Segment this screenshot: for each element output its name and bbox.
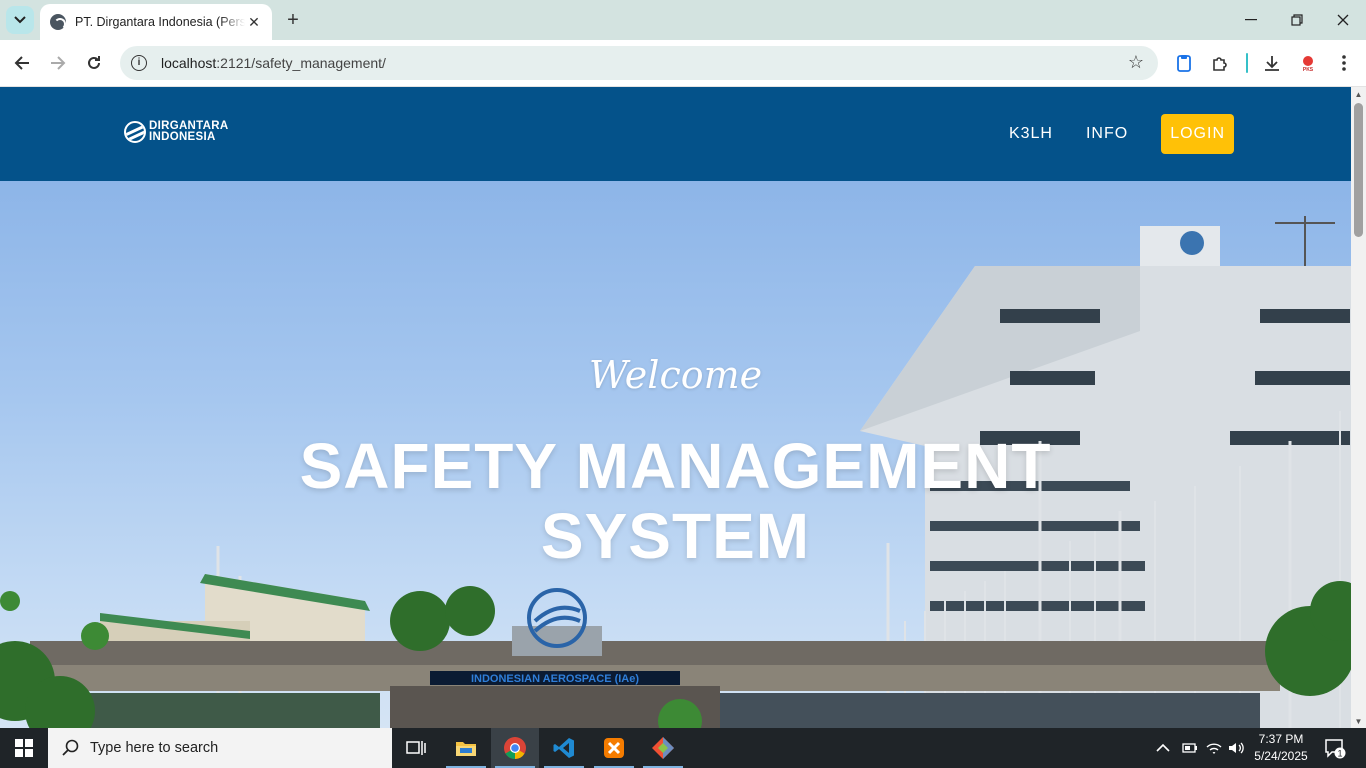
logo-text: DIRGANTARA INDONESIA <box>149 120 228 143</box>
extension-clipboard-icon[interactable] <box>1173 52 1195 74</box>
minimize-icon <box>1245 19 1257 21</box>
hero-section: INDONESIAN AEROSPACE (IAe) Welcome SAFET… <box>0 181 1351 728</box>
tray-show-hidden-icon[interactable] <box>1156 728 1170 768</box>
taskbar-xampp[interactable] <box>590 728 638 768</box>
clock-time: 7:37 PM <box>1258 732 1304 746</box>
tab-title: PT. Dirgantara Indonesia (Persero) <box>75 15 245 29</box>
restore-icon <box>1291 14 1303 26</box>
arrow-left-icon <box>14 56 29 70</box>
scrollbar-thumb[interactable] <box>1354 103 1363 237</box>
svg-text:PKS: PKS <box>1303 67 1314 72</box>
page-scrollbar[interactable]: ▲ ▼ <box>1351 87 1366 728</box>
start-button[interactable] <box>0 728 48 768</box>
reload-button[interactable] <box>81 50 107 76</box>
scroll-up-arrow-icon[interactable]: ▲ <box>1351 90 1366 99</box>
site-info-icon[interactable]: i <box>131 55 147 71</box>
nav-link-k3lh[interactable]: K3LH <box>1009 125 1053 143</box>
profile-avatar-icon[interactable]: PKS <box>1297 52 1319 74</box>
scroll-down-arrow-icon[interactable]: ▼ <box>1351 717 1366 726</box>
forward-button[interactable] <box>45 50 71 76</box>
search-icon <box>62 739 79 756</box>
url-host: localhost <box>161 55 217 71</box>
tab-search-button[interactable] <box>6 6 34 34</box>
battery-icon[interactable] <box>1180 728 1198 768</box>
logo-line-2: INDONESIA <box>149 131 216 143</box>
tab-close-icon[interactable]: ✕ <box>246 14 262 31</box>
hero-title-line-2: SYSTEM <box>540 500 811 572</box>
arrow-right-icon <box>51 56 66 70</box>
browser-menu-icon[interactable] <box>1333 52 1355 74</box>
site-header: DIRGANTARA INDONESIA K3LH INFO LOGIN <box>0 87 1351 181</box>
taskbar-file-explorer[interactable] <box>442 728 490 768</box>
site-favicon-icon <box>50 14 66 30</box>
hero-title: SAFETY MANAGEMENT SYSTEM <box>0 431 1351 571</box>
toolbar-separator <box>1246 53 1248 73</box>
notification-count: 1 <box>1337 749 1342 759</box>
minimize-button[interactable] <box>1228 0 1274 40</box>
url-path: :2121/safety_management/ <box>216 55 386 71</box>
hero-title-line-1: SAFETY MANAGEMENT <box>299 430 1052 502</box>
clock-date: 5/24/2025 <box>1254 749 1308 763</box>
company-logo[interactable]: DIRGANTARA INDONESIA <box>124 120 228 143</box>
taskbar-clock[interactable]: 7:37 PM 5/24/2025 <box>1247 731 1315 765</box>
notification-center-icon[interactable]: 1 <box>1324 728 1346 768</box>
git-diamond-icon <box>652 737 674 759</box>
close-icon <box>1337 14 1349 26</box>
chrome-icon <box>504 737 526 759</box>
xampp-icon <box>604 738 624 758</box>
page-viewport: DIRGANTARA INDONESIA K3LH INFO LOGIN IND… <box>0 87 1351 728</box>
browser-tab-active[interactable]: PT. Dirgantara Indonesia (Persero) ✕ <box>40 4 272 40</box>
windows-taskbar: Type here to search 7:37 PM 5/24/2025 1 <box>0 728 1366 768</box>
nav-link-info[interactable]: INFO <box>1086 125 1128 143</box>
task-view-button[interactable] <box>392 728 440 768</box>
logo-emblem-icon <box>124 121 146 143</box>
address-url[interactable]: localhost:2121/safety_management/ <box>161 55 386 71</box>
taskbar-git-app[interactable] <box>639 728 687 768</box>
task-view-icon <box>406 741 426 755</box>
chevron-down-icon <box>14 16 26 24</box>
windows-logo-icon <box>15 739 33 757</box>
taskbar-chrome[interactable] <box>491 728 539 768</box>
reload-icon <box>88 56 100 69</box>
address-bar[interactable]: i localhost:2121/safety_management/ ☆ <box>120 46 1158 80</box>
back-button[interactable] <box>9 50 35 76</box>
close-window-button[interactable] <box>1320 0 1366 40</box>
browser-toolbar: i localhost:2121/safety_management/ ☆ PK… <box>0 40 1366 87</box>
taskbar-search-box[interactable]: Type here to search <box>48 728 392 768</box>
main-nav: K3LH INFO LOGIN <box>976 114 1234 154</box>
new-tab-button[interactable]: + <box>282 9 304 31</box>
volume-icon[interactable] <box>1228 728 1246 768</box>
restore-button[interactable] <box>1274 0 1320 40</box>
vscode-icon <box>553 738 574 758</box>
search-placeholder: Type here to search <box>90 740 219 756</box>
building-sign-text: INDONESIAN AEROSPACE (IAe) <box>471 673 639 685</box>
bookmark-star-icon[interactable]: ☆ <box>1128 52 1144 73</box>
taskbar-vscode[interactable] <box>540 728 588 768</box>
downloads-icon[interactable] <box>1261 52 1283 74</box>
hero-welcome-text: Welcome <box>588 353 763 397</box>
extensions-puzzle-icon[interactable] <box>1209 52 1231 74</box>
wifi-icon[interactable] <box>1205 728 1223 768</box>
login-button[interactable]: LOGIN <box>1161 114 1234 154</box>
browser-tab-strip: PT. Dirgantara Indonesia (Persero) ✕ + <box>0 0 1366 40</box>
folder-icon <box>456 742 476 756</box>
